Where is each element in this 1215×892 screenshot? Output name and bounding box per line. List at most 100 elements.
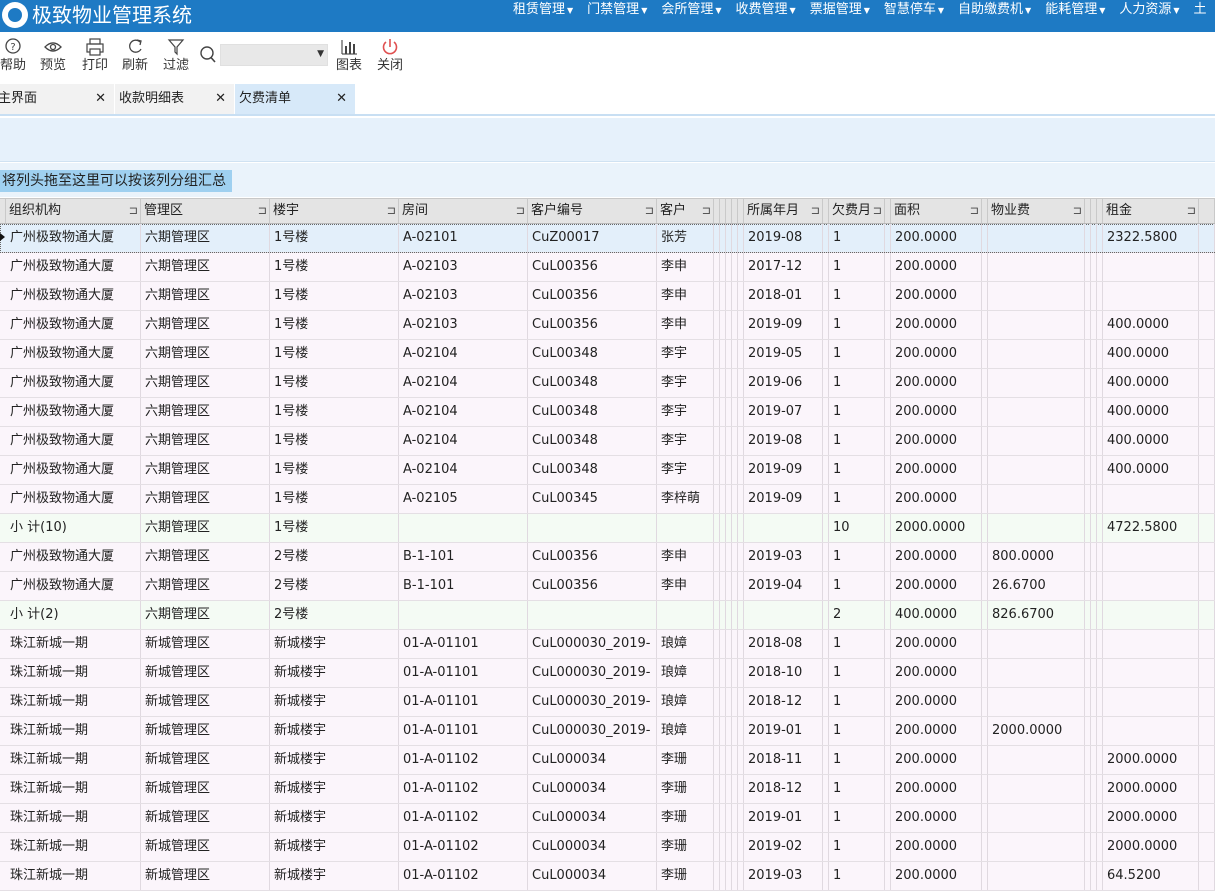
- table-cell[interactable]: 1号楼: [270, 427, 399, 455]
- table-cell[interactable]: 200.0000: [891, 804, 982, 832]
- table-row[interactable]: 珠江新城一期 新城管理区 新城楼宇 01-A-01102 CuL000034 李珊 2019…: [0, 804, 1215, 833]
- table-cell[interactable]: [988, 253, 1085, 281]
- table-cell[interactable]: A-02101: [399, 224, 528, 252]
- table-cell[interactable]: 六期管理区: [141, 282, 270, 310]
- table-cell[interactable]: [988, 688, 1085, 716]
- table-cell[interactable]: 李申: [657, 253, 714, 281]
- table-cell[interactable]: CuL000034: [528, 833, 657, 861]
- table-cell[interactable]: 新城楼宇: [270, 833, 399, 861]
- table-cell[interactable]: 01-A-01102: [399, 862, 528, 890]
- column-header[interactable]: 租金 ⊐: [1103, 199, 1199, 223]
- table-cell[interactable]: [988, 456, 1085, 484]
- table-cell[interactable]: 200.0000: [891, 717, 982, 745]
- table-cell[interactable]: 200.0000: [891, 659, 982, 687]
- table-cell[interactable]: 200.0000: [891, 746, 982, 774]
- table-row[interactable]: 珠江新城一期 新城管理区 新城楼宇 01-A-01101 CuL000030_2019-…: [0, 688, 1215, 717]
- table-cell[interactable]: [988, 514, 1085, 542]
- table-cell[interactable]: [1199, 601, 1215, 629]
- table-cell[interactable]: 新城楼宇: [270, 717, 399, 745]
- table-cell[interactable]: 200.0000: [891, 543, 982, 571]
- table-cell[interactable]: 2019-06: [744, 369, 823, 397]
- table-cell[interactable]: [399, 514, 528, 542]
- table-cell[interactable]: [1199, 717, 1215, 745]
- search-combo[interactable]: ▼: [220, 44, 328, 66]
- nav-item-rental[interactable]: 租赁管理 ▼: [506, 0, 580, 32]
- table-cell[interactable]: 1: [829, 659, 885, 687]
- table-cell[interactable]: 1: [829, 253, 885, 281]
- table-cell[interactable]: 1: [829, 804, 885, 832]
- table-cell[interactable]: [1199, 659, 1215, 687]
- table-cell[interactable]: 六期管理区: [141, 224, 270, 252]
- table-cell[interactable]: 01-A-01102: [399, 833, 528, 861]
- table-cell[interactable]: 2019-01: [744, 804, 823, 832]
- table-cell[interactable]: 小 计(10): [6, 514, 141, 542]
- table-cell[interactable]: [1103, 630, 1199, 658]
- column-header[interactable]: 管理区 ⊐: [141, 199, 270, 223]
- table-cell[interactable]: [1199, 456, 1215, 484]
- table-cell[interactable]: CuL000030_2019-: [528, 688, 657, 716]
- column-header[interactable]: 房间 ⊐: [399, 199, 528, 223]
- table-cell[interactable]: 1号楼: [270, 340, 399, 368]
- table-cell[interactable]: 新城管理区: [141, 775, 270, 803]
- table-cell[interactable]: 1: [829, 775, 885, 803]
- table-row[interactable]: 广州极致物通大厦 六期管理区 1号楼 A-02104 CuL00348 李宇 2019-06…: [0, 369, 1215, 398]
- table-cell[interactable]: 新城管理区: [141, 804, 270, 832]
- table-cell[interactable]: [1199, 630, 1215, 658]
- table-cell[interactable]: [988, 282, 1085, 310]
- close-icon[interactable]: ✕: [336, 84, 347, 114]
- preview-button[interactable]: 预览: [38, 36, 68, 80]
- table-cell[interactable]: 新城楼宇: [270, 630, 399, 658]
- nav-item-hr[interactable]: 人力资源 ▼: [1112, 0, 1186, 32]
- table-cell[interactable]: 200.0000: [891, 311, 982, 339]
- table-cell[interactable]: 1: [829, 746, 885, 774]
- refresh-button[interactable]: 刷新: [120, 36, 150, 80]
- table-cell[interactable]: 200.0000: [891, 775, 982, 803]
- table-cell[interactable]: 2019-03: [744, 862, 823, 890]
- table-cell[interactable]: 李珊: [657, 746, 714, 774]
- chevron-down-icon[interactable]: ▼: [317, 49, 324, 59]
- table-cell[interactable]: 2019-03: [744, 543, 823, 571]
- table-cell[interactable]: 1: [829, 717, 885, 745]
- table-cell[interactable]: 1: [829, 427, 885, 455]
- table-cell[interactable]: CuL000030_2019-: [528, 630, 657, 658]
- nav-item-invoice[interactable]: 票据管理 ▼: [803, 0, 877, 32]
- table-cell[interactable]: 2000.0000: [1103, 804, 1199, 832]
- table-cell[interactable]: [1103, 659, 1199, 687]
- table-cell[interactable]: 新城管理区: [141, 717, 270, 745]
- table-cell[interactable]: 2018-08: [744, 630, 823, 658]
- table-cell[interactable]: 广州极致物通大厦: [6, 572, 141, 600]
- table-cell[interactable]: 200.0000: [891, 224, 982, 252]
- table-cell[interactable]: 400.0000: [1103, 311, 1199, 339]
- table-cell[interactable]: 2018-01: [744, 282, 823, 310]
- table-cell[interactable]: CuL000030_2019-: [528, 717, 657, 745]
- table-cell[interactable]: 六期管理区: [141, 369, 270, 397]
- chart-button[interactable]: 图表: [334, 36, 364, 80]
- column-header[interactable]: 客户 ⊐: [657, 199, 714, 223]
- table-row[interactable]: 广州极致物通大厦 六期管理区 1号楼 A-02105 CuL00345 李梓萌 2019-0…: [0, 485, 1215, 514]
- table-cell[interactable]: 珠江新城一期: [6, 659, 141, 687]
- table-cell[interactable]: A-02103: [399, 282, 528, 310]
- table-cell[interactable]: 1: [829, 398, 885, 426]
- table-cell[interactable]: 01-A-01102: [399, 775, 528, 803]
- table-cell[interactable]: 4722.5800: [1103, 514, 1199, 542]
- table-row[interactable]: 广州极致物通大厦 六期管理区 1号楼 A-02104 CuL00348 李宇 2019-05…: [0, 340, 1215, 369]
- table-cell[interactable]: 10: [829, 514, 885, 542]
- table-cell[interactable]: CuL000034: [528, 746, 657, 774]
- table-cell[interactable]: 2019-01: [744, 717, 823, 745]
- table-cell[interactable]: [988, 630, 1085, 658]
- table-cell[interactable]: 200.0000: [891, 485, 982, 513]
- table-cell[interactable]: [1103, 543, 1199, 571]
- table-cell[interactable]: 800.0000: [988, 543, 1085, 571]
- table-cell[interactable]: [1199, 253, 1215, 281]
- table-cell[interactable]: 李珊: [657, 775, 714, 803]
- table-cell[interactable]: 广州极致物通大厦: [6, 398, 141, 426]
- table-cell[interactable]: A-02104: [399, 340, 528, 368]
- table-cell[interactable]: 珠江新城一期: [6, 833, 141, 861]
- table-cell[interactable]: CuL000030_2019-: [528, 659, 657, 687]
- table-cell[interactable]: A-02104: [399, 427, 528, 455]
- table-cell[interactable]: 400.0000: [1103, 340, 1199, 368]
- table-cell[interactable]: 李珊: [657, 862, 714, 890]
- table-cell[interactable]: 琅嫜: [657, 659, 714, 687]
- table-cell[interactable]: [1199, 688, 1215, 716]
- table-cell[interactable]: 广州极致物通大厦: [6, 369, 141, 397]
